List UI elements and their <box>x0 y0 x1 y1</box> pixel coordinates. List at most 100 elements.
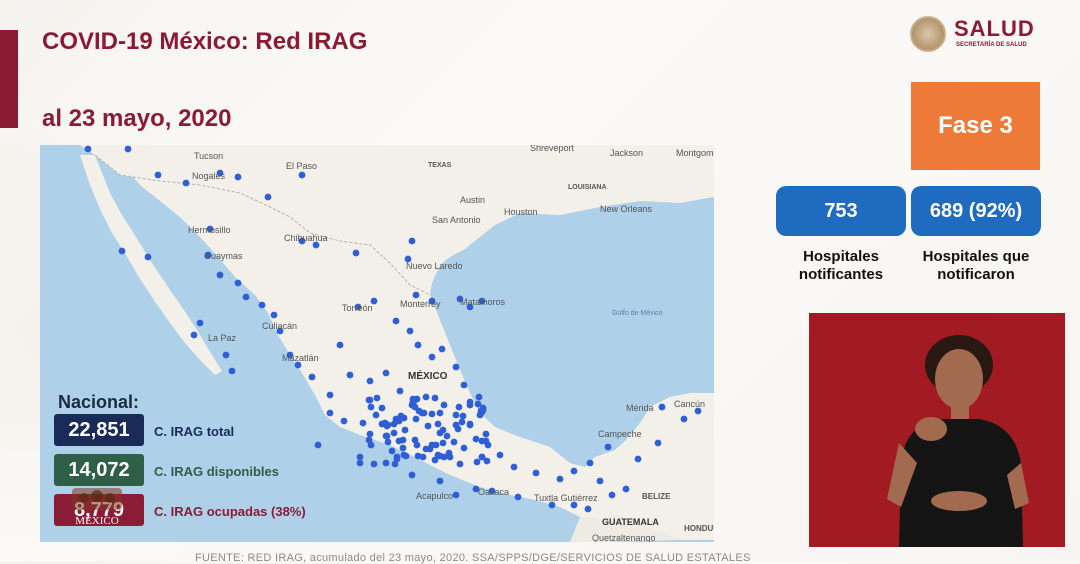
map-label: HONDURAS <box>684 524 714 533</box>
hospital-dot <box>384 438 392 446</box>
hospital-dot <box>596 477 604 485</box>
hospital-dot <box>298 171 306 179</box>
hospital-dot <box>400 451 408 459</box>
map-label: Guaymas <box>204 251 243 261</box>
hospital-dot <box>654 439 662 447</box>
hospital-dot <box>370 460 378 468</box>
map-label: Austin <box>460 195 485 205</box>
legend-panel: Nacional: 22,851 C. IRAG total 14,072 C.… <box>48 390 328 540</box>
hospital-dot <box>366 377 374 385</box>
legend-disponibles-label: C. IRAG disponibles <box>154 464 279 479</box>
map-label: San Antonio <box>432 215 481 225</box>
stat-hospitales-notificaron-label: Hospitales que notificaron <box>922 248 1030 283</box>
stat-hospitales-notificantes-label: Hospitales notificantes <box>798 248 884 283</box>
map-label: New Orleans <box>600 204 653 214</box>
hospital-dot <box>392 317 400 325</box>
hospital-dot <box>258 301 266 309</box>
legend-heading: Nacional: <box>58 392 140 412</box>
map-label: Shreveport <box>530 145 575 153</box>
hospital-dot <box>436 409 444 417</box>
source-footer: FUENTE: RED IRAG, acumulado del 23 mayo,… <box>195 552 751 564</box>
hospital-dot <box>622 485 630 493</box>
hospital-dot <box>422 393 430 401</box>
hospital-dot <box>408 237 416 245</box>
hospital-dot <box>372 411 380 419</box>
map-label: BELIZE <box>642 492 671 501</box>
map-label: MÉXICO <box>408 369 448 382</box>
hospital-dot <box>340 417 348 425</box>
map-label: Chihuahua <box>284 233 328 243</box>
hospital-dot <box>455 403 463 411</box>
map-label: Hermosillo <box>188 225 231 235</box>
hospital-dot <box>216 271 224 279</box>
hospital-dot <box>408 471 416 479</box>
legend-disponibles-value: 14,072 <box>54 454 144 486</box>
hospital-dot <box>222 351 230 359</box>
hospital-dot <box>586 459 594 467</box>
hospital-dot <box>410 397 418 405</box>
hospital-dot <box>428 353 436 361</box>
hospital-dot <box>367 403 375 411</box>
hospital-dot <box>411 403 419 411</box>
hospital-dot <box>234 173 242 181</box>
hospital-dot <box>388 447 396 455</box>
hospital-dot <box>414 452 422 460</box>
map-label: Torreón <box>342 303 373 313</box>
hospital-dot <box>450 438 458 446</box>
mexico-stamp-icon: MÉXICO <box>72 488 122 527</box>
hospital-dot <box>414 341 422 349</box>
hospital-dot <box>396 387 404 395</box>
map-label: Mérida <box>626 403 654 413</box>
map-label: Montgomery <box>676 148 714 158</box>
legend-total-value: 22,851 <box>54 414 144 446</box>
map-label: Campeche <box>598 429 642 439</box>
hospital-dot <box>356 453 364 461</box>
map-label: Acapulco <box>416 491 453 501</box>
map-label: Tuxtla Gutiérrez <box>534 493 598 503</box>
hospital-dot <box>431 394 439 402</box>
hospital-dot <box>424 422 432 430</box>
hospital-dot <box>84 145 92 153</box>
hospital-dot <box>482 430 490 438</box>
logo-subtitle: SECRETARÍA DE SALUD <box>956 42 1027 48</box>
hospital-dot <box>496 451 504 459</box>
hospital-dot <box>382 369 390 377</box>
hospital-dot <box>584 505 592 513</box>
hospital-dot <box>478 437 486 445</box>
hospital-dot <box>393 453 401 461</box>
hospital-dot <box>473 458 481 466</box>
hospital-dot <box>399 436 407 444</box>
hospital-dot <box>452 491 460 499</box>
interpreter-figure <box>809 313 1065 547</box>
hospital-dot <box>658 403 666 411</box>
hospital-dot <box>431 456 439 464</box>
hospital-dot <box>196 319 204 327</box>
hospital-dot <box>397 412 405 420</box>
hospital-dot <box>608 491 616 499</box>
map-label: Nuevo Laredo <box>406 261 463 271</box>
hospital-dot <box>378 420 386 428</box>
slide-title: COVID-19 México: Red IRAG <box>42 28 368 55</box>
hospital-dot <box>452 363 460 371</box>
hospital-dot <box>118 247 126 255</box>
hospital-dot <box>373 394 381 402</box>
hospital-dot <box>514 493 522 501</box>
slide-date: al 23 mayo, 2020 <box>42 105 232 132</box>
map-label: Tucson <box>194 151 223 161</box>
hospital-dot <box>460 444 468 452</box>
stat-hospitales-notificantes-value: 753 <box>776 186 906 236</box>
map-label: La Paz <box>208 333 237 343</box>
hospital-dot <box>228 367 236 375</box>
hospital-dot <box>154 171 162 179</box>
mexico-seal-icon <box>910 16 946 52</box>
hospital-dot <box>466 398 474 406</box>
hospital-dot <box>382 459 390 467</box>
phase-badge: Fase 3 <box>911 82 1040 170</box>
map-label: Monterrey <box>400 299 441 309</box>
hospital-dot <box>242 293 250 301</box>
map-label: Cancún <box>674 399 705 409</box>
hospital-dot <box>124 145 132 153</box>
hospital-dot <box>365 436 373 444</box>
hospital-dot <box>190 331 198 339</box>
hospital-dot <box>391 460 399 468</box>
